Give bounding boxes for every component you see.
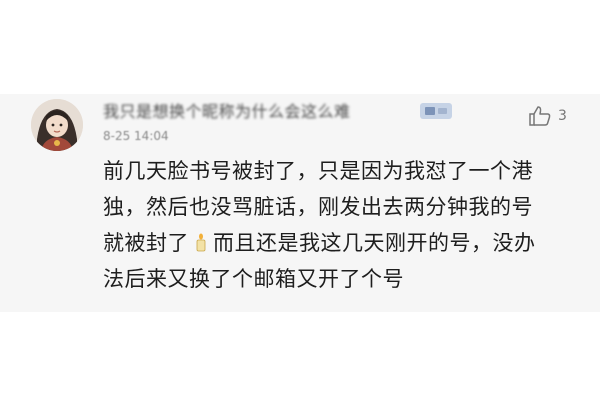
comment-timestamp: 8-25 14:04 — [103, 129, 169, 143]
like-count: 3 — [558, 108, 567, 124]
comment-line: 独，然后也没骂脏话，刚发出去两分钟我的号 — [103, 195, 533, 219]
thumbs-up-icon — [529, 106, 551, 126]
comment-username[interactable]: 我只是想换个昵称为什么会这么难 — [103, 100, 351, 124]
comment-body: 前几天脸书号被封了，只是因为我怼了一个港 独，然后也没骂脏话，刚发出去两分钟我的… — [103, 153, 583, 297]
avatar[interactable] — [31, 99, 83, 151]
comment-line: 前几天脸书号被封了，只是因为我怼了一个港 — [103, 159, 533, 183]
like-button[interactable]: 3 — [528, 103, 567, 129]
comment-screenshot: 我只是想换个昵称为什么会这么难 3 8-25 14:04 前几天脸书号被封了，只… — [0, 0, 600, 400]
level-badge-icon — [420, 103, 452, 119]
comment-line-segment: 就被封了 — [103, 231, 189, 255]
avatar-image — [31, 99, 83, 151]
comment-line: 法后来又换了个邮箱又开了个号 — [103, 267, 404, 291]
candle-emoji-icon — [196, 233, 206, 252]
comment-line-segment: 而且还是我这几天刚开的号，没办 — [213, 231, 536, 255]
comment-line: 就被封了 而且还是我这几天刚开的号，没办 — [103, 225, 583, 261]
